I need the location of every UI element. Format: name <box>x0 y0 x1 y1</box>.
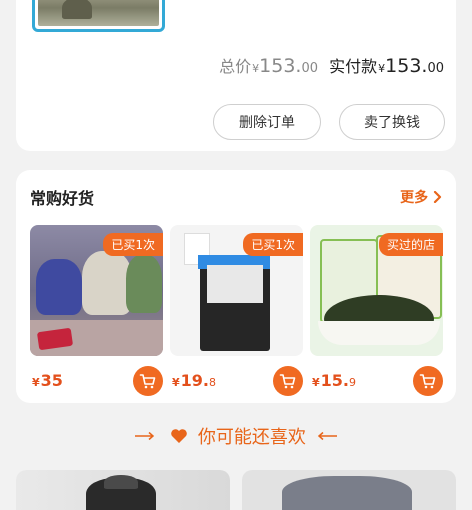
product-card[interactable]: 已买1次 ¥35 <box>30 225 163 396</box>
add-to-cart-button[interactable] <box>133 366 163 396</box>
order-item-image <box>38 0 159 26</box>
recommend-title: 你可能还喜欢 <box>197 427 306 448</box>
purchase-badge: 已买1次 <box>103 233 163 256</box>
add-to-cart-button[interactable] <box>273 366 303 396</box>
more-label: 更多 <box>400 190 429 206</box>
price-amount: 35 <box>40 371 63 390</box>
section-title: 常购好货 <box>30 189 95 208</box>
order-totals: 总价¥153.00 实付款¥153.00 <box>219 53 444 77</box>
total-amount: 153. <box>259 55 302 77</box>
price-currency: ¥ <box>32 376 40 389</box>
price-currency: ¥ <box>312 376 320 389</box>
more-link[interactable]: 更多 <box>400 187 442 207</box>
price-currency: ¥ <box>172 376 180 389</box>
cart-icon <box>139 374 156 389</box>
arrow-right-icon <box>135 431 155 441</box>
paid-amount: 153. <box>385 55 428 77</box>
product-card[interactable]: 已买1次 ¥19.8 <box>170 225 303 396</box>
total-label: 总价 <box>219 57 252 76</box>
recommend-card[interactable] <box>242 470 456 510</box>
recommend-card[interactable] <box>16 470 230 510</box>
chevron-right-icon <box>433 190 442 204</box>
cart-icon <box>419 374 436 389</box>
paid-label: 实付款 <box>329 57 378 76</box>
product-image[interactable]: 已买1次 <box>30 225 163 356</box>
delete-order-button[interactable]: 删除订单 <box>213 104 321 140</box>
recommend-header: 你可能还喜欢 <box>0 423 472 449</box>
product-price: ¥35 <box>32 371 63 390</box>
purchase-badge: 已买1次 <box>243 233 303 256</box>
order-card: 总价¥153.00 实付款¥153.00 删除订单 卖了换钱 <box>16 0 456 151</box>
product-price: ¥15.9 <box>312 371 356 390</box>
frequent-goods-card: 常购好货 更多 已买1次 ¥35 已买1次 ¥19.8 买过的店 ¥15.9 <box>16 170 456 403</box>
product-card[interactable]: 买过的店 ¥15.9 <box>310 225 443 396</box>
cart-icon <box>279 374 296 389</box>
price-decimal: 8 <box>209 376 216 389</box>
heart-icon <box>171 429 187 443</box>
arrow-left-icon <box>317 431 337 441</box>
product-price: ¥19.8 <box>172 371 216 390</box>
order-item-thumbnail[interactable] <box>32 0 165 32</box>
sell-item-button[interactable]: 卖了换钱 <box>339 104 445 140</box>
product-image[interactable]: 已买1次 <box>170 225 303 356</box>
add-to-cart-button[interactable] <box>413 366 443 396</box>
product-image[interactable]: 买过的店 <box>310 225 443 356</box>
total-decimal: 00 <box>301 61 319 76</box>
price-amount: 15. <box>320 371 349 390</box>
paid-decimal: 00 <box>427 61 444 76</box>
purchase-badge: 买过的店 <box>378 233 443 256</box>
price-decimal: 9 <box>349 376 356 389</box>
price-amount: 19. <box>180 371 209 390</box>
